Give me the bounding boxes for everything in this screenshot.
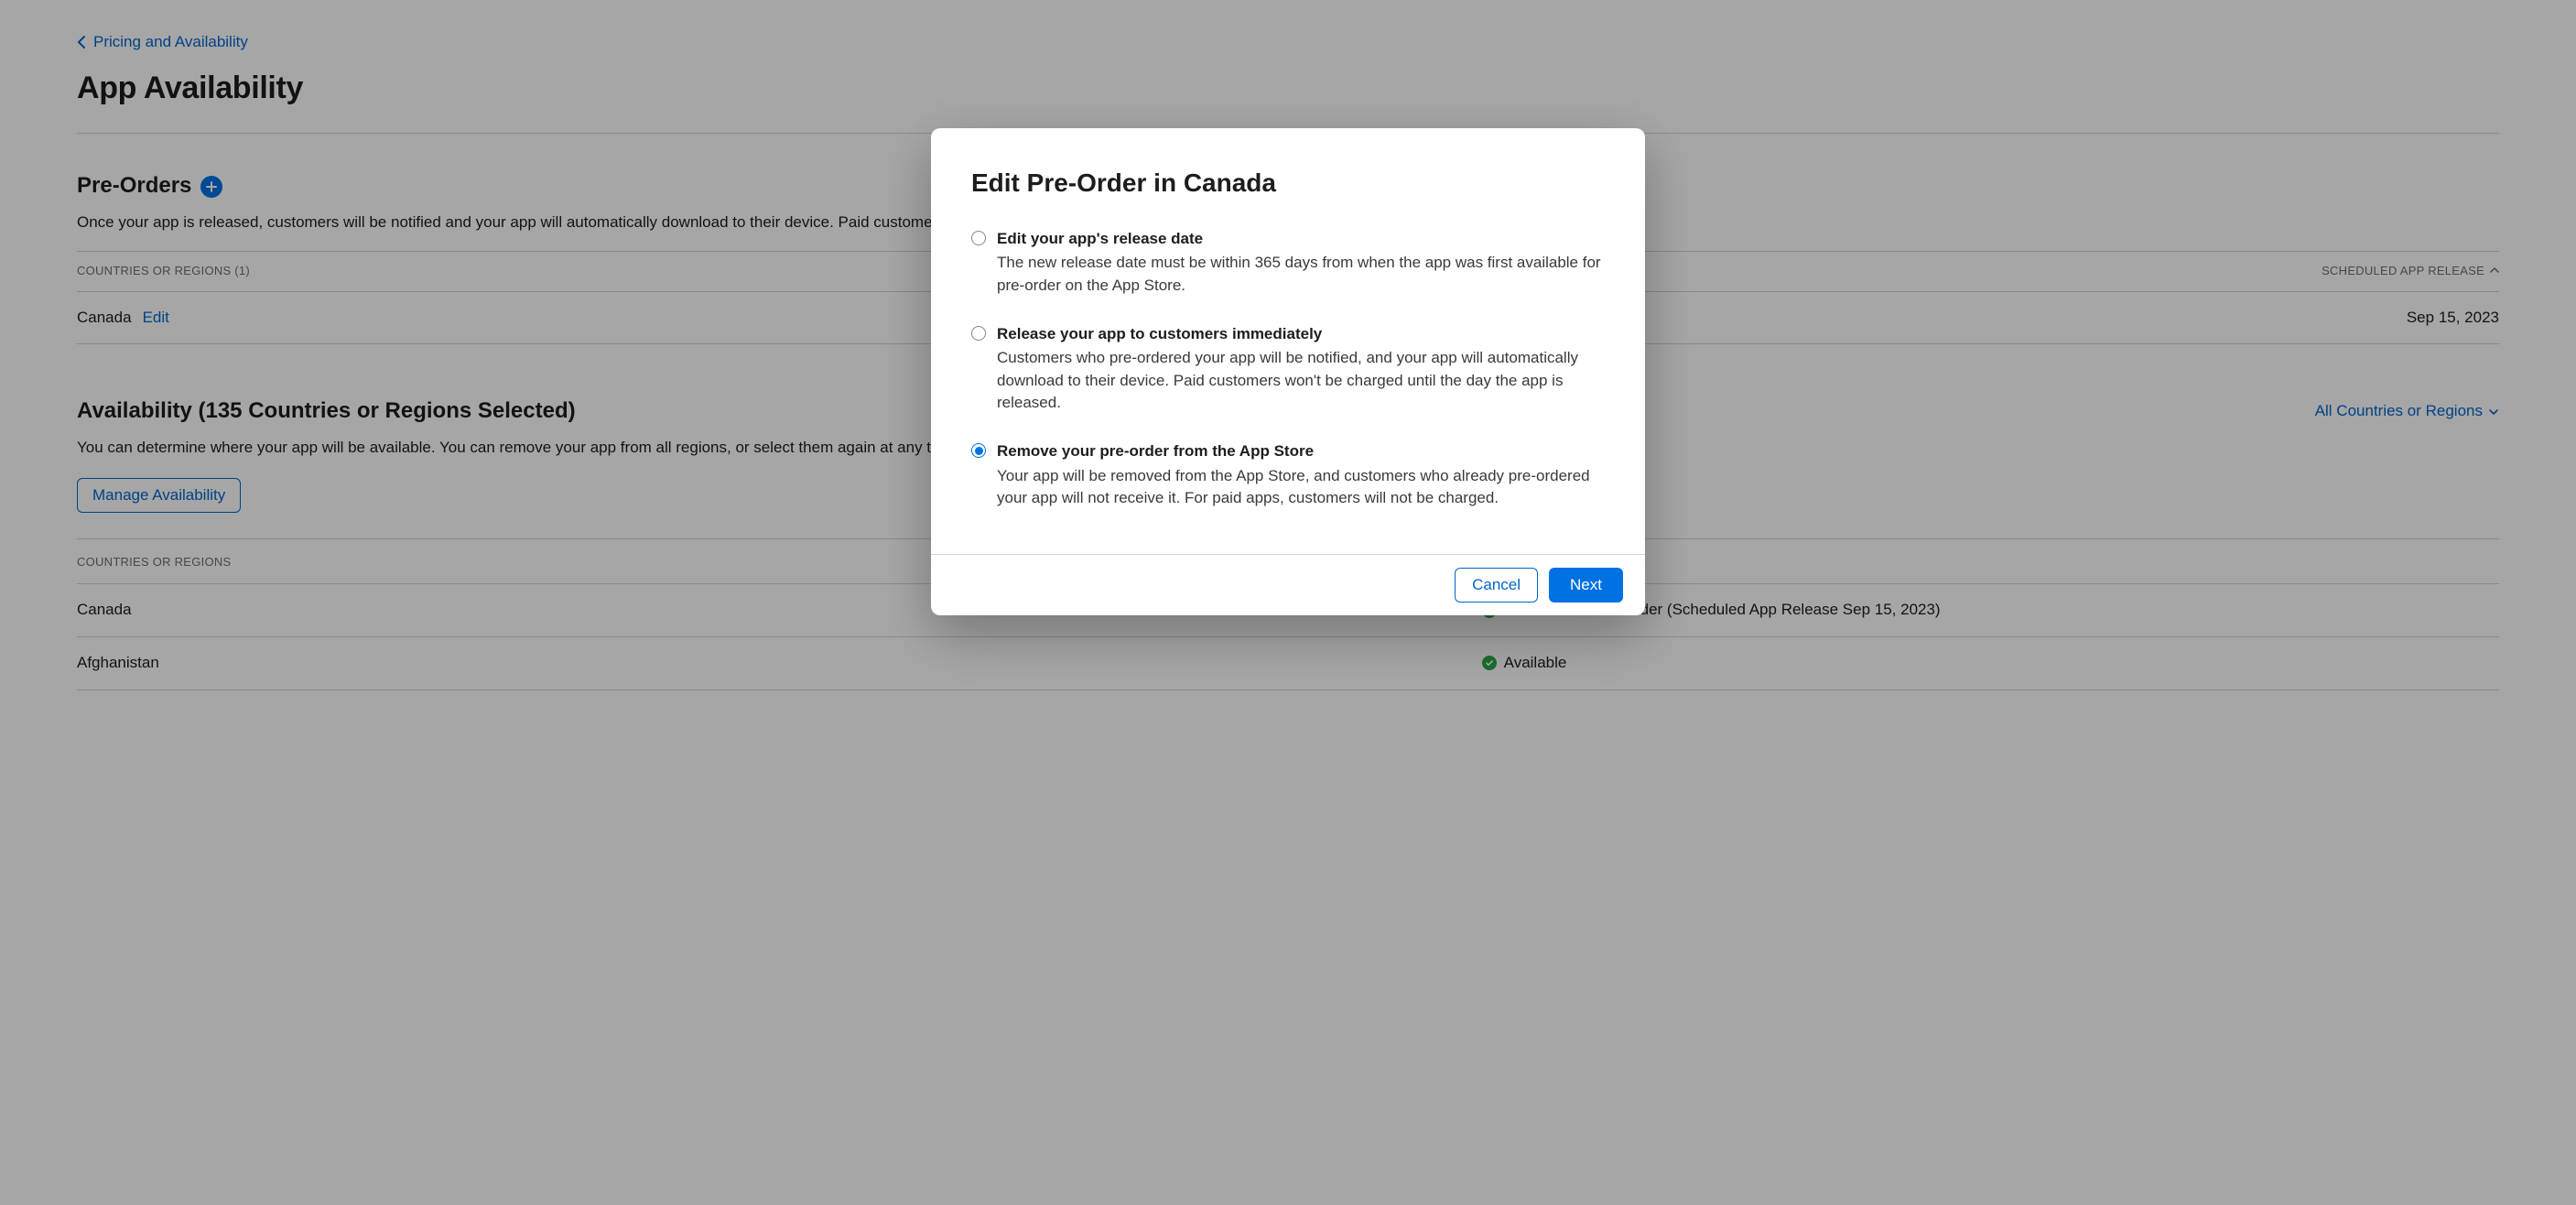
modal-option-desc: Customers who pre-ordered your app will … bbox=[997, 347, 1605, 415]
edit-preorder-modal: Edit Pre-Order in Canada Edit your app's… bbox=[931, 128, 1645, 615]
modal-option-title: Edit your app's release date bbox=[997, 228, 1605, 251]
modal-option-title: Release your app to customers immediatel… bbox=[997, 323, 1605, 346]
modal-title: Edit Pre-Order in Canada bbox=[971, 165, 1605, 202]
radio-icon[interactable] bbox=[971, 443, 986, 458]
modal-option-release-immediately[interactable]: Release your app to customers immediatel… bbox=[971, 323, 1605, 416]
modal-option-desc: The new release date must be within 365 … bbox=[997, 252, 1605, 297]
modal-option-title: Remove your pre-order from the App Store bbox=[997, 440, 1605, 463]
radio-icon[interactable] bbox=[971, 231, 986, 245]
cancel-button[interactable]: Cancel bbox=[1455, 568, 1538, 602]
modal-option-remove-preorder[interactable]: Remove your pre-order from the App Store… bbox=[971, 440, 1605, 510]
modal-option-desc: Your app will be removed from the App St… bbox=[997, 465, 1605, 510]
modal-overlay[interactable]: Edit Pre-Order in Canada Edit your app's… bbox=[0, 0, 2576, 1205]
next-button[interactable]: Next bbox=[1549, 568, 1623, 602]
radio-icon[interactable] bbox=[971, 326, 986, 341]
modal-option-edit-release-date[interactable]: Edit your app's release date The new rel… bbox=[971, 228, 1605, 298]
